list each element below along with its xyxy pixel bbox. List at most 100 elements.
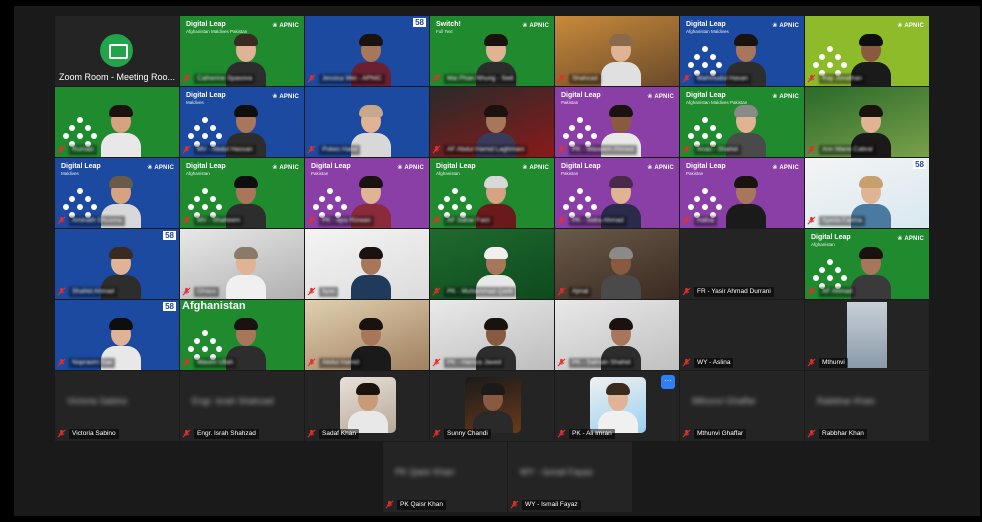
participant-tile[interactable]: Pokes Hand (305, 87, 429, 157)
mic-muted-icon (807, 283, 816, 300)
participant-tile[interactable]: WY - Aslina (680, 300, 804, 370)
participant-name: PK Qaisr Khan (397, 499, 446, 510)
participant-tile[interactable]: Abdul Hamid (305, 300, 429, 370)
participant-tile[interactable]: Mthunvi (805, 300, 929, 370)
participant-tile[interactable]: 58 Jessica Wei - APNIC (305, 16, 429, 86)
participant-name-bar: Mahmudul Hasan (682, 73, 751, 84)
participant-tile[interactable]: PK - Ali Imran ··· (555, 371, 679, 441)
mic-muted-icon (682, 70, 691, 87)
mic-muted-icon (807, 212, 816, 229)
digital-leap-logo (688, 188, 722, 218)
participant-tile[interactable]: Digital Leap Pakistan ❀ APNIC PK - Waseem A… (555, 87, 679, 157)
apnic-logo: ❀ APNIC (897, 236, 924, 242)
participant-tile[interactable]: PK - Muhammad Qadir (430, 229, 554, 299)
participant-tile[interactable]: AF Abdul Hamid Laghmani (430, 87, 554, 157)
participant-tile[interactable]: 58 Nopraorn Sae (55, 300, 179, 370)
apnic58-badge: 58 (413, 18, 426, 27)
participant-tile[interactable]: Digital Leap Maldives ❀ APNIC Aminath Dhusm… (55, 158, 179, 228)
mic-muted-icon (57, 425, 66, 442)
participant-tile[interactable]: 58 Shahid Ahmad (55, 229, 179, 299)
participant-name-bar: Catherine Spasova (182, 73, 256, 84)
participant-tile[interactable]: PK - Salman Shahid (555, 300, 679, 370)
participant-tile[interactable]: Sadaf Khan (305, 371, 429, 441)
participant-name-bar: Sadaf Khan (307, 428, 359, 439)
mic-muted-icon (57, 283, 66, 300)
participant-tile[interactable]: Digital Leap Afghanistan Maldives ❀ APNIC M… (680, 16, 804, 86)
zoom-room-label: Zoom Room - Meeting Roo... (59, 72, 176, 82)
participant-name-bar: PK Qaisr Khan (385, 499, 446, 510)
participant-video (226, 245, 266, 299)
mic-muted-icon (182, 283, 191, 300)
participant-name: Anas - Shahid (694, 144, 741, 155)
apnic-logo: ❀ APNIC (272, 165, 299, 171)
participant-name: Ilyas (319, 286, 339, 297)
mic-muted-icon (557, 212, 566, 229)
participant-tile[interactable]: Digital Leap Afghanistan ❀ APNIC AF Ahmad (805, 229, 929, 299)
mic-muted-icon (682, 425, 691, 442)
participant-tile[interactable]: Shahzad (555, 16, 679, 86)
participant-tile[interactable]: Rumaiz (55, 87, 179, 157)
digital-leap-logo (563, 117, 597, 147)
apnic-logo: ❀ APNIC (897, 23, 924, 29)
participant-tile[interactable]: WY - Ismail Fayaz WY - Ismail Fayaz (508, 442, 632, 512)
participant-name-placeholder: Victoria Sabino (67, 396, 128, 406)
participant-name-bar: MV - Shaheem (182, 215, 244, 226)
participant-tile[interactable]: Ilyas (305, 229, 429, 299)
participant-tile[interactable]: FR - Yasir Ahmad Durrani (680, 229, 804, 299)
participant-name-bar: MV - Abdul Hassan (182, 144, 256, 155)
apnic-logo: ❀ APNIC (772, 23, 799, 29)
participant-tile[interactable]: Victoria Sabino Victoria Sabino (55, 371, 179, 441)
participant-tile[interactable]: Ann Marie Cabral (805, 87, 929, 157)
participant-tile[interactable]: PK - Hamza Javed (430, 300, 554, 370)
mic-muted-icon (307, 70, 316, 87)
participant-name: Mthunvi (819, 357, 848, 368)
participant-name-bar: Hafsa (682, 215, 717, 226)
participant-tile[interactable]: Ajmal (555, 229, 679, 299)
participant-name-bar: WY - Aslina (682, 357, 734, 368)
digital-leap-logo (688, 117, 722, 147)
participant-name-bar: Ghaus (182, 283, 220, 300)
participant-name: MV - Abdul Hassan (194, 144, 256, 155)
participant-tile[interactable]: Digital Leap Pakistan ❀ APNIC PK - Sidra Ah… (555, 158, 679, 228)
participant-video (601, 245, 641, 299)
participant-tile[interactable]: Digital Leap Afghanistan ❀ APNIC MV - Shahe… (180, 158, 304, 228)
participant-tile[interactable]: Digital Leap Afghanistan ❀ APNIC AF Sahar F… (430, 158, 554, 228)
participant-tile[interactable]: Digital Leap Pakistan ❀ APNIC Hafsa (680, 158, 804, 228)
participant-tile[interactable]: Sunny Chandi (430, 371, 554, 441)
participant-name-bar: AF Sahar Faizi (432, 215, 493, 226)
participant-tile[interactable]: ❀ APNIC Ray Jonathan (805, 16, 929, 86)
participant-video (351, 245, 391, 299)
participant-tile[interactable]: Switch! Full Text ❀ APNIC Mai Phan Nhung - … (430, 16, 554, 86)
participant-tile[interactable]: Digital Leap Maldives ❀ APNIC MV - Abdul Ha… (180, 87, 304, 157)
participant-name-bar: Victoria Sabino (57, 428, 119, 439)
participant-tile[interactable]: Rabbhar Khan Rabbhar Khan (805, 371, 929, 441)
participant-name-bar: Ray Jonathan (807, 73, 866, 84)
participant-name-bar: PK - Sidra Ahmad (557, 215, 627, 226)
participant-tile[interactable]: 58 Syeda Fatima (805, 158, 929, 228)
participant-name: Wasim Ullah (194, 357, 237, 368)
participant-tile[interactable]: Ghaus (180, 229, 304, 299)
more-options-button[interactable]: ··· (661, 375, 675, 389)
participant-name: PK - Sidra Ahmad (569, 215, 627, 226)
participant-name: PK - Muhammad Qadir (444, 286, 517, 297)
participant-name-placeholder: WY - Ismail Fayaz (520, 467, 593, 477)
participant-tile[interactable]: Digital Leap Pakistan ❀ APNIC PK - Iqra Riz… (305, 158, 429, 228)
participant-avatar (340, 377, 396, 433)
mic-muted-icon (807, 141, 816, 158)
participant-tile[interactable]: Digital Leap Afghanistan Maldives Pakista… (680, 87, 804, 157)
participant-tile[interactable]: Zoom Room - Meeting Roo... (55, 16, 179, 86)
participant-name: Ray Jonathan (819, 73, 866, 84)
participant-tile[interactable]: Mthunvi Ghaffar Mthunvi Ghaffar (680, 371, 804, 441)
participant-name-bar: PK - Salman Shahid (557, 357, 634, 368)
digital-leap-logo (188, 330, 222, 360)
apnic-logo: ❀ APNIC (522, 165, 549, 171)
participant-tile[interactable]: Digital Leap Afghanistan Maldives Pakista… (180, 16, 304, 86)
participant-tile[interactable]: Afghanistan Wasim Ullah (180, 300, 304, 370)
participant-tile[interactable]: Engr. Israh Shahzad Engr. Israh Shahzad (180, 371, 304, 441)
participant-tile[interactable]: PK Qaisr Khan PK Qaisr Khan (383, 442, 507, 512)
participant-name: Abdul Hamid (319, 357, 363, 368)
mic-muted-icon (432, 283, 441, 300)
participant-name: PK - Waseem Ahmed (569, 144, 637, 155)
participant-name: Mai Phan Nhung - Swit (444, 73, 517, 84)
participant-name-bar: Rabbhar Khan (807, 428, 867, 439)
